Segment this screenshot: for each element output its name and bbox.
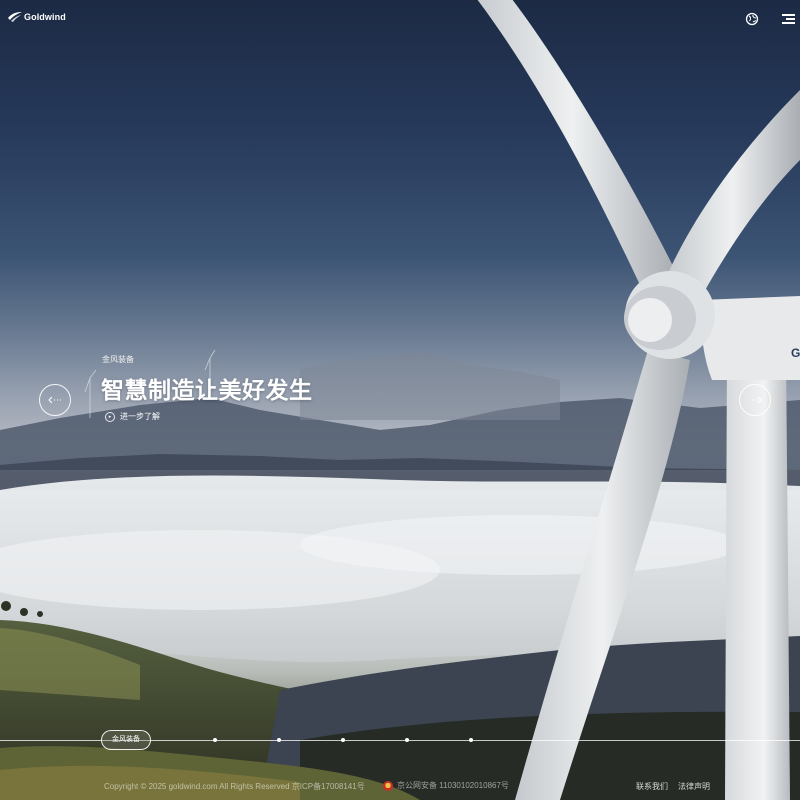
- menu-line-middle: [786, 18, 795, 20]
- arrow-right-icon: [749, 396, 762, 404]
- contact-us-link[interactable]: 联系我们: [636, 781, 668, 792]
- globe-icon: [745, 12, 759, 26]
- hero-banner: G Goldwind 金风装备 智慧制造让美好发生 ▸ 进一步了解 金风装备 C…: [0, 0, 800, 800]
- slide-eyebrow: 金风装备: [102, 355, 134, 364]
- language-button[interactable]: [745, 12, 759, 26]
- logo-wind-icon: [8, 12, 22, 22]
- turbine-brand-text: G: [791, 346, 800, 360]
- copyright-text: Copyright © 2025 goldwind.com All Rights…: [104, 782, 365, 791]
- police-record-text: 京公网安备 11030102010867号: [397, 781, 509, 790]
- learn-more-label: 进一步了解: [120, 412, 160, 421]
- legal-notice-link[interactable]: 法律声明: [678, 781, 710, 792]
- timeline-dot[interactable]: [277, 738, 281, 742]
- menu-line-bottom: [782, 22, 795, 24]
- timeline-dot[interactable]: [341, 738, 345, 742]
- next-slide-button[interactable]: [739, 384, 771, 416]
- police-record-link[interactable]: 京公网安备 11030102010867号: [383, 780, 509, 791]
- prev-slide-button[interactable]: [39, 384, 71, 416]
- timeline-dot[interactable]: [213, 738, 217, 742]
- footer-links: 联系我们 法律声明: [636, 781, 710, 792]
- timeline-dot[interactable]: [469, 738, 473, 742]
- menu-line-top: [782, 14, 795, 16]
- arrow-left-icon: [48, 396, 61, 404]
- timeline-active-item[interactable]: 金风装备: [101, 730, 151, 750]
- footer: Copyright © 2025 goldwind.com All Rights…: [0, 778, 800, 796]
- timeline-dot[interactable]: [405, 738, 409, 742]
- logo-text: Goldwind: [24, 12, 66, 22]
- goldwind-logo[interactable]: Goldwind: [8, 12, 66, 22]
- play-circle-icon: ▸: [105, 411, 115, 422]
- slide-headline: 智慧制造让美好发生: [101, 377, 313, 403]
- police-emblem-icon: [383, 780, 393, 791]
- hamburger-menu-button[interactable]: [781, 13, 795, 25]
- learn-more-link[interactable]: ▸ 进一步了解: [105, 411, 160, 422]
